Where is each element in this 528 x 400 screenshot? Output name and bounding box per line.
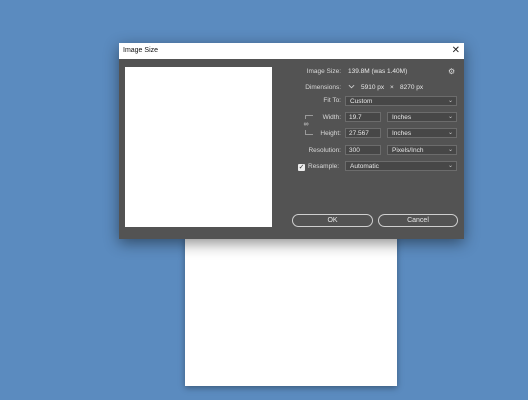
chevron-down-icon: ⌄	[447, 163, 453, 169]
width-unit-select[interactable]: Inches ⌄	[387, 112, 457, 122]
fit-to-label: Fit To:	[323, 97, 341, 104]
resolution-field[interactable]: 300	[345, 145, 381, 155]
width-field[interactable]: 19.7	[345, 112, 381, 122]
image-size-value: 139.8M (was 1.40M)	[348, 68, 408, 75]
cancel-button[interactable]: Cancel	[378, 214, 458, 227]
image-preview	[125, 67, 272, 227]
resample-label: Resample:	[308, 163, 340, 170]
resolution-unit-select[interactable]: Pixels/Inch ⌄	[387, 145, 457, 155]
ok-button[interactable]: OK	[292, 214, 373, 227]
document-canvas	[185, 236, 397, 386]
dialog-title: Image Size	[123, 47, 159, 54]
width-label: Width:	[322, 114, 341, 121]
dimensions-height: 8270 px	[400, 84, 424, 91]
dimensions-width: 5910 px	[361, 84, 385, 91]
dimensions-times: ×	[390, 84, 394, 91]
dialog-titlebar: Image Size ✕	[119, 43, 464, 59]
image-size-label: Image Size:	[306, 68, 341, 75]
resolution-label: Resolution:	[308, 147, 341, 154]
height-field[interactable]: 27.567	[345, 128, 381, 138]
chevron-down-icon: ⌄	[447, 147, 453, 153]
resample-checkbox[interactable]: ✓	[298, 164, 305, 171]
gear-icon[interactable]: ⚙	[448, 67, 455, 76]
link-icon[interactable]: ∞	[303, 119, 309, 130]
link-bracket-top	[305, 115, 313, 116]
chevron-down-icon: ⌄	[447, 130, 453, 136]
chevron-down-icon: ⌄	[447, 98, 453, 104]
chevron-down-icon: ⌄	[447, 114, 453, 120]
resample-value: Automatic	[350, 163, 379, 170]
dimensions-label: Dimensions:	[305, 84, 341, 91]
fit-to-value: Custom	[350, 98, 373, 105]
fit-to-select[interactable]: Custom ⌄	[345, 96, 457, 106]
resample-select[interactable]: Automatic ⌄	[345, 161, 457, 171]
height-unit-value: Inches	[392, 130, 412, 137]
chevron-down-icon[interactable]	[348, 83, 355, 90]
width-unit-value: Inches	[392, 114, 412, 121]
height-label: Height:	[320, 130, 341, 137]
resolution-unit-value: Pixels/Inch	[392, 147, 424, 154]
close-icon[interactable]: ✕	[452, 44, 460, 57]
image-size-dialog: Image Size ✕ Image Size: 139.8M (was 1.4…	[119, 43, 464, 239]
height-unit-select[interactable]: Inches ⌄	[387, 128, 457, 138]
